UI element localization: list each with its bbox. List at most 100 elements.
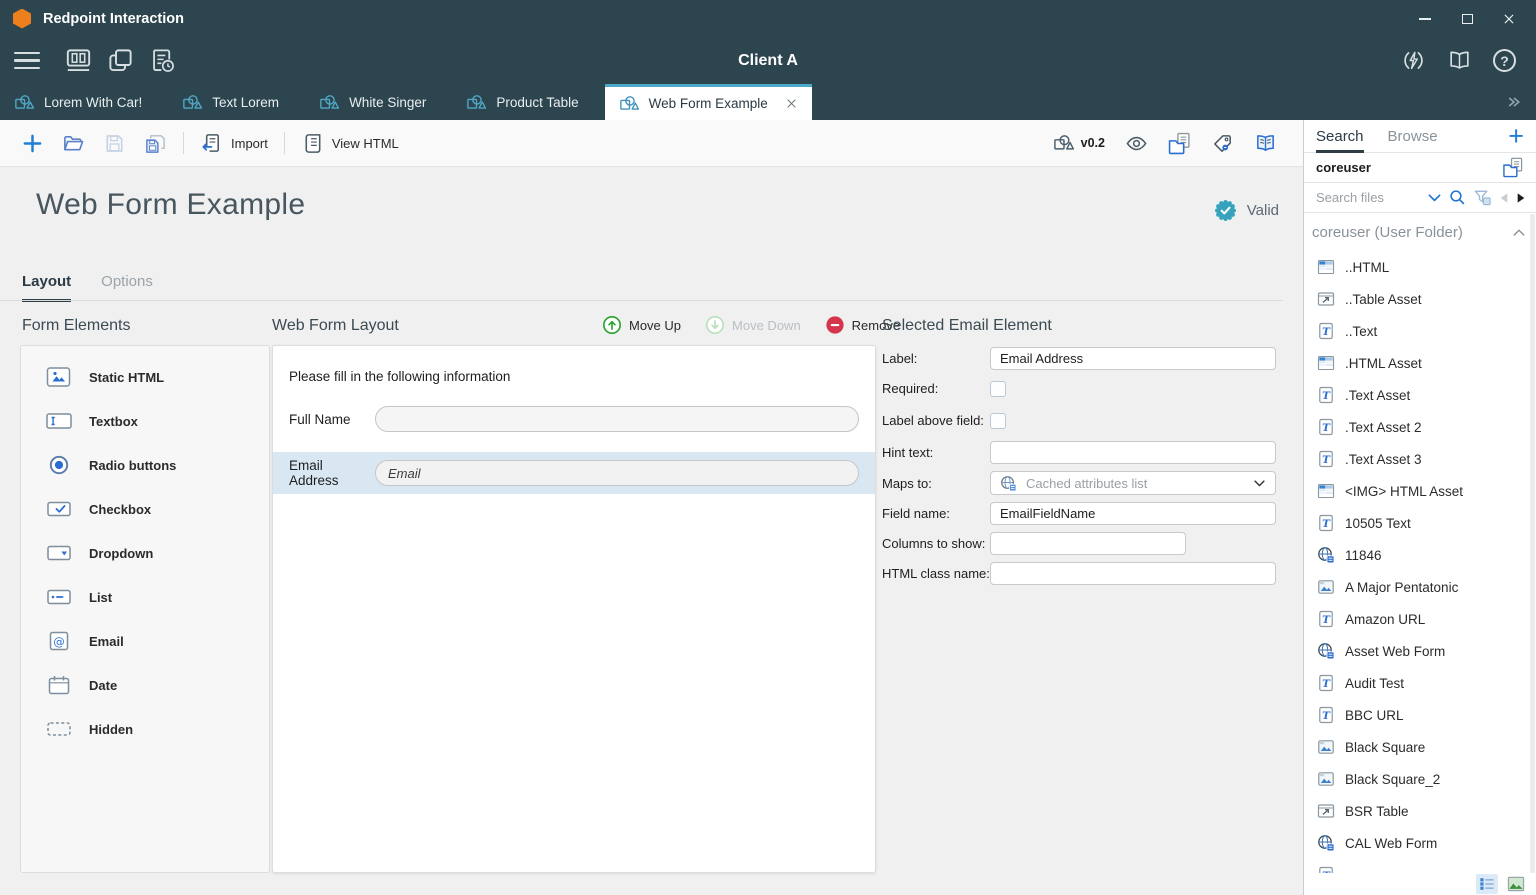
open-button[interactable] xyxy=(53,126,94,160)
search-icon[interactable] xyxy=(1449,189,1466,206)
columns-to-show-field[interactable] xyxy=(990,532,1186,555)
file-item[interactable]: BBC URL xyxy=(1304,699,1530,731)
file-type-icon xyxy=(1317,354,1335,372)
file-name: Asset Web Form xyxy=(1345,644,1445,659)
file-name: Black Square xyxy=(1345,740,1425,755)
save-all-button[interactable] xyxy=(135,126,176,160)
file-item[interactable]: .Text Asset 3 xyxy=(1304,443,1530,475)
hint-text-field[interactable] xyxy=(990,441,1276,464)
folder-group-header[interactable]: coreuser (User Folder) xyxy=(1304,213,1536,251)
move-up-button[interactable]: Move Up xyxy=(602,315,681,335)
file-item[interactable]: 11846 xyxy=(1304,539,1530,571)
form-element-item[interactable]: Dropdown xyxy=(21,531,269,575)
connection-status-icon[interactable] xyxy=(1401,48,1426,73)
form-element-item[interactable]: Static HTML xyxy=(21,355,269,399)
close-icon[interactable] xyxy=(1495,8,1523,30)
file-item[interactable]: .HTML Asset xyxy=(1304,347,1530,379)
file-item[interactable]: .Text Asset xyxy=(1304,379,1530,411)
file-item[interactable]: ..Table Asset xyxy=(1304,283,1530,315)
recent-files-icon[interactable] xyxy=(149,47,176,74)
tab-layout[interactable]: Layout xyxy=(22,273,71,302)
file-item[interactable]: .Text Asset 2 xyxy=(1304,411,1530,443)
email-input[interactable] xyxy=(375,460,859,486)
form-element-item[interactable]: Radio buttons xyxy=(21,443,269,487)
tab-options[interactable]: Options xyxy=(101,273,153,302)
file-type-icon xyxy=(1317,674,1335,692)
file-item[interactable]: Black Square xyxy=(1304,731,1530,763)
file-item[interactable]: Asset Web Form xyxy=(1304,635,1530,667)
interactions-panel-icon[interactable] xyxy=(65,47,92,74)
search-files-input[interactable] xyxy=(1316,190,1400,205)
form-element-item[interactable]: Email xyxy=(21,619,269,663)
file-item[interactable]: 10505 Text xyxy=(1304,507,1530,539)
form-element-item[interactable]: Textbox xyxy=(21,399,269,443)
copy-to-folder-icon[interactable] xyxy=(1168,132,1191,155)
form-element-item[interactable]: Hidden xyxy=(21,707,269,751)
html-class-name-field[interactable] xyxy=(990,562,1276,585)
file-type-icon xyxy=(1317,482,1335,500)
layout-actions: Move Up Move Down Remove xyxy=(602,315,900,335)
file-item[interactable]: CAL Web Form xyxy=(1304,827,1530,859)
file-item[interactable]: A Major Pentatonic xyxy=(1304,571,1530,603)
file-item[interactable]: Black Square_2 xyxy=(1304,763,1530,795)
thumbnail-view-toggle[interactable] xyxy=(1505,874,1527,894)
file-item[interactable]: ..Text xyxy=(1304,315,1530,347)
file-list-scrollbar[interactable] xyxy=(1530,214,1535,873)
form-row-full-name[interactable]: Full Name xyxy=(273,398,875,440)
file-item[interactable] xyxy=(1304,859,1530,873)
maximize-icon[interactable] xyxy=(1453,8,1481,30)
documentation-book-icon[interactable] xyxy=(1447,48,1472,73)
document-tab[interactable]: Product Table xyxy=(452,84,604,120)
field-name-field[interactable] xyxy=(990,502,1276,525)
preview-eye-icon[interactable] xyxy=(1125,132,1148,155)
import-button[interactable]: Import xyxy=(191,126,277,160)
sidebar-tab-search[interactable]: Search xyxy=(1316,120,1364,152)
maps-to-dropdown[interactable]: Cached attributes list xyxy=(990,471,1276,495)
app-title: Redpoint Interaction xyxy=(43,11,184,27)
file-item[interactable]: ..HTML xyxy=(1304,251,1530,283)
add-button[interactable] xyxy=(12,126,53,160)
list-view-toggle[interactable] xyxy=(1476,874,1498,894)
save-button[interactable] xyxy=(94,126,135,160)
document-tab[interactable]: Text Lorem xyxy=(168,84,305,120)
file-item[interactable]: Amazon URL xyxy=(1304,603,1530,635)
tab-close-icon[interactable] xyxy=(785,97,798,110)
move-up-icon xyxy=(602,315,622,335)
form-element-item[interactable]: List xyxy=(21,575,269,619)
minimize-icon[interactable] xyxy=(1411,8,1439,30)
form-element-item[interactable]: Checkbox xyxy=(21,487,269,531)
next-arrow-icon[interactable] xyxy=(1516,192,1526,204)
move-down-button[interactable]: Move Down xyxy=(705,315,801,335)
required-checkbox[interactable] xyxy=(990,381,1006,397)
document-tab[interactable]: White Singer xyxy=(305,84,452,120)
file-item[interactable]: BSR Table xyxy=(1304,795,1530,827)
user-folder-name: coreuser xyxy=(1316,160,1371,175)
tab-label: Text Lorem xyxy=(212,95,279,110)
add-asset-button[interactable]: + xyxy=(1508,123,1524,150)
open-book-icon[interactable] xyxy=(1254,132,1277,155)
view-html-button[interactable]: View HTML xyxy=(292,126,408,160)
file-type-icon xyxy=(1317,546,1335,564)
previous-arrow-icon[interactable] xyxy=(1499,192,1509,204)
help-icon[interactable]: ? xyxy=(1493,49,1516,72)
copy-to-folder-icon[interactable] xyxy=(1502,157,1524,178)
file-type-icon xyxy=(1317,642,1335,660)
chevron-up-icon[interactable] xyxy=(1512,228,1526,237)
file-item[interactable]: Audit Test xyxy=(1304,667,1530,699)
tab-overflow-button[interactable] xyxy=(1492,95,1536,109)
document-tab[interactable]: Lorem With Car! xyxy=(0,84,168,120)
file-type-icon xyxy=(1317,610,1335,628)
file-item[interactable]: <IMG> HTML Asset xyxy=(1304,475,1530,507)
form-row-email-selected[interactable]: Email Address xyxy=(273,452,875,494)
filter-icon[interactable] xyxy=(1473,188,1492,207)
form-element-item[interactable]: Date xyxy=(21,663,269,707)
hamburger-menu-icon[interactable] xyxy=(14,52,40,70)
document-tab[interactable]: Web Form Example xyxy=(605,84,812,120)
label-above-field-checkbox[interactable] xyxy=(990,413,1006,429)
label-field[interactable] xyxy=(990,347,1276,370)
tag-icon[interactable] xyxy=(1211,132,1234,155)
pages-icon[interactable] xyxy=(107,47,134,74)
sidebar-tab-browse[interactable]: Browse xyxy=(1388,120,1438,152)
full-name-input[interactable] xyxy=(375,406,859,432)
chevron-down-icon[interactable] xyxy=(1427,193,1442,203)
